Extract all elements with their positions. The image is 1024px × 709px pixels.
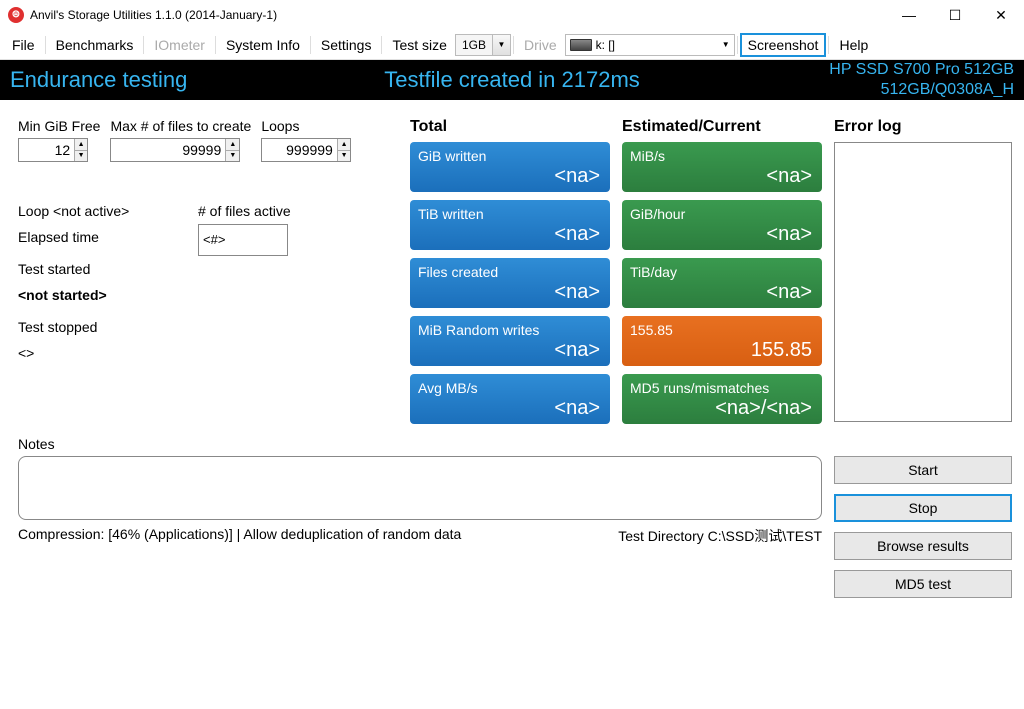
stopped-label: Test stopped — [18, 314, 398, 340]
tile-mib-random: MiB Random writes<na> — [410, 316, 610, 366]
start-button[interactable]: Start — [834, 456, 1012, 484]
maxfiles-spinner[interactable]: ▲▼ — [110, 138, 240, 162]
spin-up-icon[interactable]: ▲ — [75, 139, 87, 151]
window-titlebar: ⊜ Anvil's Storage Utilities 1.1.0 (2014-… — [0, 0, 1024, 30]
maxfiles-input[interactable] — [111, 139, 225, 161]
errorlog-header: Error log — [834, 118, 1012, 136]
started-value: <not started> — [18, 282, 398, 308]
md5-test-button[interactable]: MD5 test — [834, 570, 1012, 598]
spin-down-icon[interactable]: ▼ — [226, 151, 239, 162]
spin-up-icon[interactable]: ▲ — [338, 139, 350, 151]
banner-message: Testfile created in 2172ms — [384, 69, 640, 91]
tile-tibday: TiB/day<na> — [622, 258, 822, 308]
spin-up-icon[interactable]: ▲ — [226, 139, 239, 151]
menu-iometer: IOmeter — [146, 33, 213, 57]
menubar: File Benchmarks IOmeter System Info Sett… — [0, 30, 1024, 60]
filesactive-label: # of files active — [198, 198, 291, 224]
drive-combo[interactable]: k: [] ▼ — [565, 34, 735, 56]
device-name: HP SSD S700 Pro 512GB — [829, 60, 1014, 80]
notes-box[interactable] — [18, 456, 822, 520]
testdir-info: Test Directory C:\SSD测试\TEST — [618, 526, 822, 546]
loop-status: Loop <not active> — [18, 198, 198, 224]
notes-panel: Notes Compression: [46% (Applications)] … — [18, 436, 822, 608]
drive-icon — [570, 39, 592, 51]
notes-label: Notes — [18, 436, 822, 452]
tile-avg-mbs: Avg MB/s<na> — [410, 374, 610, 424]
browse-results-button[interactable]: Browse results — [834, 532, 1012, 560]
window-title: Anvil's Storage Utilities 1.1.0 (2014-Ja… — [30, 8, 886, 22]
menu-testsize: Test size — [384, 33, 454, 57]
tile-current: 155.85155.85 — [622, 316, 822, 366]
drive-value: k: [] — [596, 38, 615, 52]
estimated-column: Estimated/Current MiB/s<na> GiB/hour<na>… — [622, 118, 822, 432]
menu-systeminfo[interactable]: System Info — [218, 33, 308, 57]
testsize-value: 1GB — [456, 38, 492, 52]
banner: Endurance testing Testfile created in 21… — [0, 60, 1024, 100]
loops-spinner[interactable]: ▲▼ — [261, 138, 351, 162]
window-buttons: — ☐ ✕ — [886, 0, 1024, 30]
tile-md5: MD5 runs/mismatches<na>/<na> — [622, 374, 822, 424]
maximize-button[interactable]: ☐ — [932, 0, 978, 30]
tile-tib-written: TiB written<na> — [410, 200, 610, 250]
menu-help[interactable]: Help — [831, 33, 876, 57]
action-buttons: Start Stop Browse results MD5 test — [834, 456, 1012, 608]
elapsed-label: Elapsed time — [18, 224, 198, 256]
maxfiles-label: Max # of files to create — [110, 118, 251, 134]
spin-down-icon[interactable]: ▼ — [75, 151, 87, 162]
tile-files-created: Files created<na> — [410, 258, 610, 308]
testsize-combo[interactable]: 1GB ▼ — [455, 34, 511, 56]
errorlog-box[interactable] — [834, 142, 1012, 422]
tile-gib-written: GiB written<na> — [410, 142, 610, 192]
stopped-value: <> — [18, 340, 398, 366]
menu-file[interactable]: File — [4, 33, 43, 57]
mingib-label: Min GiB Free — [18, 118, 100, 134]
banner-device: HP SSD S700 Pro 512GB 512GB/Q0308A_H — [829, 60, 1014, 100]
device-info: 512GB/Q0308A_H — [829, 80, 1014, 100]
mingib-input[interactable] — [19, 139, 74, 161]
started-label: Test started — [18, 256, 398, 282]
settings-panel: Min GiB Free ▲▼ Max # of files to create… — [18, 118, 398, 432]
loops-input[interactable] — [262, 139, 337, 161]
filesactive-value: <#> — [198, 224, 288, 256]
minimize-button[interactable]: — — [886, 0, 932, 30]
compression-info: Compression: [46% (Applications)] | Allo… — [18, 526, 461, 546]
banner-title: Endurance testing — [10, 69, 187, 91]
menu-screenshot[interactable]: Screenshot — [740, 33, 827, 57]
estimated-header: Estimated/Current — [622, 118, 822, 136]
errorlog-panel: Error log — [834, 118, 1012, 432]
chevron-down-icon[interactable]: ▼ — [722, 40, 730, 49]
spin-down-icon[interactable]: ▼ — [338, 151, 350, 162]
menu-drive: Drive — [516, 33, 565, 57]
tile-gibhour: GiB/hour<na> — [622, 200, 822, 250]
menu-benchmarks[interactable]: Benchmarks — [48, 33, 142, 57]
mingib-spinner[interactable]: ▲▼ — [18, 138, 88, 162]
app-icon: ⊜ — [8, 7, 24, 23]
total-column: Total GiB written<na> TiB written<na> Fi… — [410, 118, 610, 432]
tile-mibs: MiB/s<na> — [622, 142, 822, 192]
close-button[interactable]: ✕ — [978, 0, 1024, 30]
total-header: Total — [410, 118, 610, 136]
stop-button[interactable]: Stop — [834, 494, 1012, 522]
chevron-down-icon[interactable]: ▼ — [492, 35, 510, 55]
loops-label: Loops — [261, 118, 351, 134]
menu-settings[interactable]: Settings — [313, 33, 380, 57]
